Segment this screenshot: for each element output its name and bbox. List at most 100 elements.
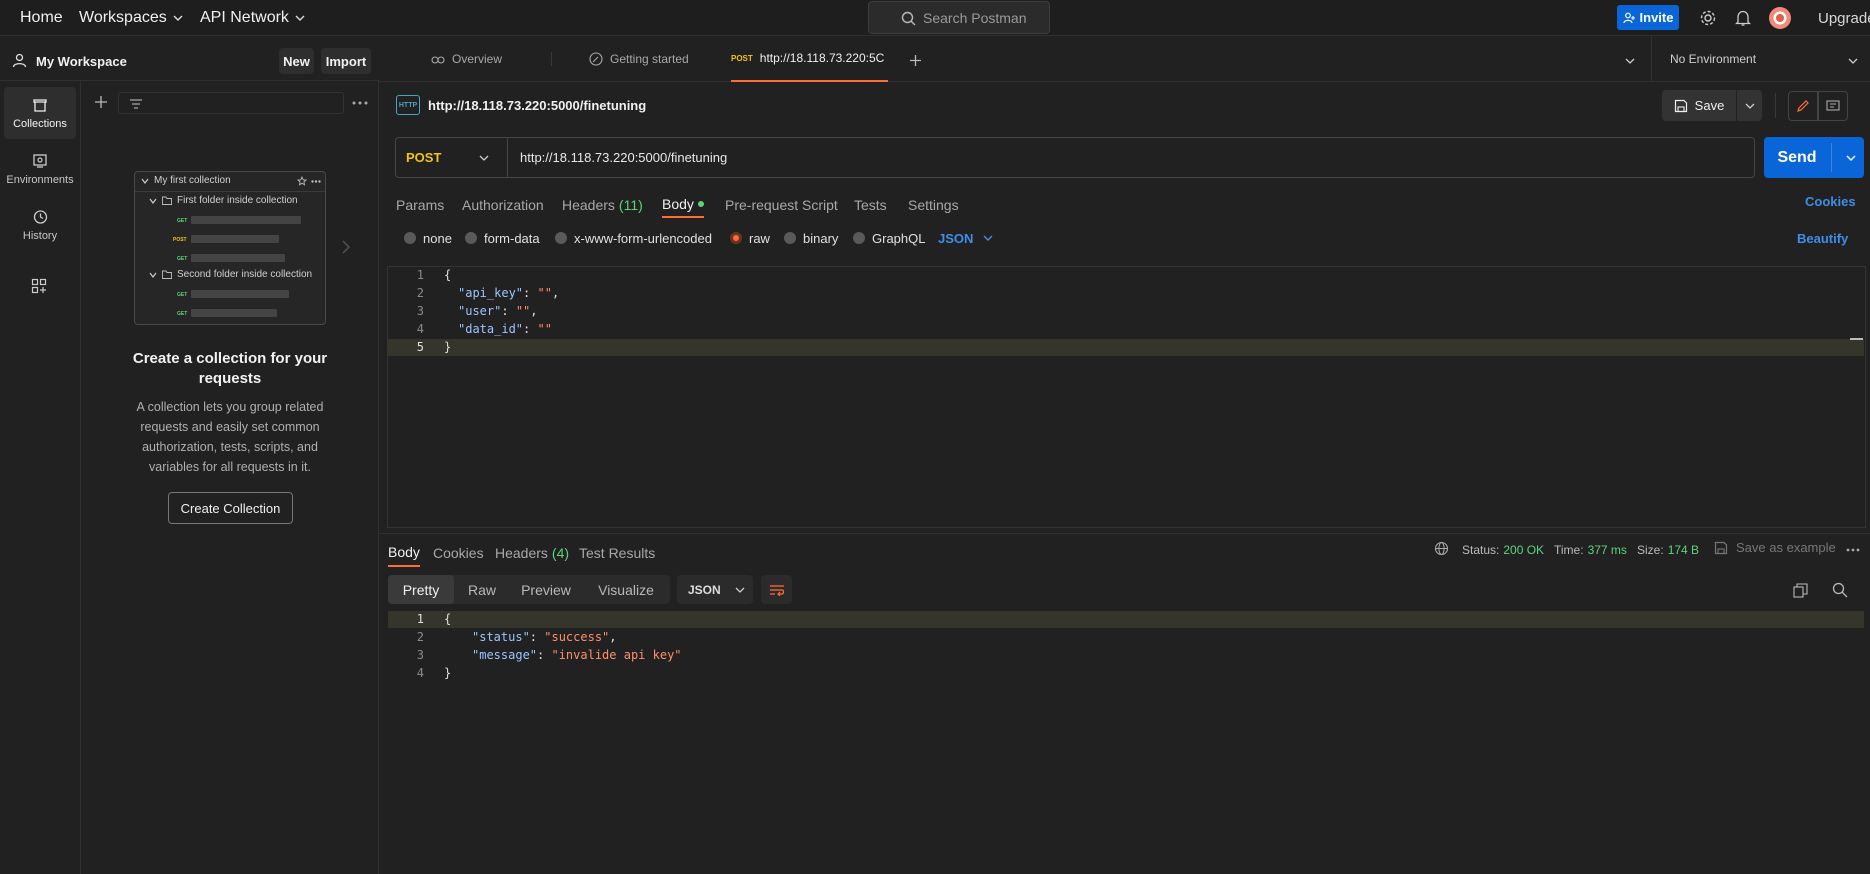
settings-icon[interactable] xyxy=(1699,9,1717,27)
bell-icon[interactable] xyxy=(1735,9,1751,27)
illustration-request-bar xyxy=(191,235,279,243)
send-button[interactable]: Send xyxy=(1764,137,1864,178)
configure-sidebar-icon[interactable] xyxy=(31,278,47,294)
cookies-link[interactable]: Cookies xyxy=(1805,194,1856,209)
response-size[interactable]: Size: 174 B xyxy=(1637,543,1699,557)
radio-none[interactable]: none xyxy=(404,230,452,246)
user-icon xyxy=(12,53,27,68)
request-title[interactable]: http://18.118.73.220:5000/finetuning xyxy=(428,98,646,113)
request-body-editor[interactable] xyxy=(387,266,1866,528)
chevron-down-icon[interactable] xyxy=(1848,57,1858,65)
headers-count: (11) xyxy=(618,197,643,213)
tab-getting-started[interactable]: Getting started xyxy=(589,36,689,82)
search-input[interactable]: Search Postman xyxy=(868,1,1050,34)
radio-raw[interactable]: raw xyxy=(730,230,770,246)
tab-settings[interactable]: Settings xyxy=(908,192,959,218)
nav-workspaces[interactable]: Workspaces xyxy=(79,0,183,36)
size-label: Size: xyxy=(1637,543,1664,557)
view-raw[interactable]: Raw xyxy=(454,575,510,604)
body-type-label: JSON xyxy=(938,230,974,246)
globe-icon[interactable] xyxy=(1434,541,1449,556)
response-status[interactable]: Status: 200 OK xyxy=(1462,543,1544,557)
response-view-toggle: Pretty Raw Preview Visualize xyxy=(388,575,670,604)
json-key: "api_key" xyxy=(458,286,524,300)
illustration-folder-label: First folder inside collection xyxy=(177,195,298,206)
copy-icon[interactable] xyxy=(1793,583,1808,598)
nav-api-network[interactable]: API Network xyxy=(200,0,305,36)
sidebar-item-history[interactable]: History xyxy=(4,199,76,251)
search-icon[interactable] xyxy=(1832,582,1848,598)
plus-icon[interactable] xyxy=(909,54,922,67)
save-as-example-label: Save as example xyxy=(1736,540,1836,555)
tab-tests[interactable]: Tests xyxy=(854,192,887,218)
plus-icon[interactable] xyxy=(94,95,108,109)
edit-button[interactable] xyxy=(1788,91,1818,121)
response-time[interactable]: Time: 377 ms xyxy=(1554,543,1627,557)
response-tab-cookies[interactable]: Cookies xyxy=(433,539,484,567)
radio-binary[interactable]: binary xyxy=(784,230,838,246)
chevron-down-icon[interactable] xyxy=(1625,57,1635,65)
tab-overview[interactable]: Overview xyxy=(431,36,502,82)
method-badge: GET xyxy=(177,292,188,298)
send-divider xyxy=(1831,143,1832,172)
tab-request[interactable]: POST http://18.118.73.220:5C xyxy=(731,36,888,82)
upgrade-button[interactable]: Upgrade xyxy=(1818,0,1870,36)
environment-selector[interactable]: No Environment xyxy=(1670,36,1756,82)
method-selector[interactable]: POST xyxy=(396,138,506,177)
getting-started-icon xyxy=(589,52,603,66)
sidebar-item-collections[interactable]: Collections xyxy=(4,87,76,139)
tab-body[interactable]: Body xyxy=(662,192,704,218)
import-button[interactable]: Import xyxy=(321,48,371,74)
filter-input[interactable] xyxy=(118,92,344,114)
response-tab-headers[interactable]: Headers (4) xyxy=(495,539,569,567)
body-type-selector[interactable]: JSON xyxy=(938,230,993,246)
url-input[interactable]: http://18.118.73.220:5000/finetuning xyxy=(520,138,1750,177)
code-line: "data_id": "" xyxy=(458,322,552,336)
radio-form-data[interactable]: form-data xyxy=(465,230,540,246)
tab-label: Cookies xyxy=(433,545,484,561)
add-user-icon xyxy=(1622,12,1635,24)
nav-home[interactable]: Home xyxy=(20,0,63,36)
response-tab-body[interactable]: Body xyxy=(388,539,420,567)
save-as-example-button[interactable]: Save as example xyxy=(1714,540,1836,555)
more-icon[interactable] xyxy=(352,101,368,105)
comments-button[interactable] xyxy=(1818,91,1848,121)
tab-params[interactable]: Params xyxy=(396,192,444,218)
wrap-lines-button[interactable] xyxy=(761,575,792,604)
tab-label: Headers xyxy=(495,545,548,561)
tab-authorization[interactable]: Authorization xyxy=(462,192,544,218)
chevron-right-icon xyxy=(342,240,350,254)
more-icon[interactable] xyxy=(1846,548,1860,552)
view-preview[interactable]: Preview xyxy=(510,575,582,604)
beautify-link[interactable]: Beautify xyxy=(1797,231,1848,246)
method-badge: POST xyxy=(731,53,753,63)
tab-headers[interactable]: Headers (11) xyxy=(562,192,643,218)
chevron-down-icon xyxy=(149,197,157,205)
view-visualize[interactable]: Visualize xyxy=(582,575,670,604)
avatar[interactable] xyxy=(1768,6,1792,30)
save-button[interactable]: Save xyxy=(1662,90,1736,121)
invite-button[interactable]: Invite xyxy=(1617,5,1679,30)
illustration-collection-row: My first collection xyxy=(141,175,231,186)
radio-x-www-form-urlencoded[interactable]: x-www-form-urlencoded xyxy=(555,230,712,246)
chevron-down-icon[interactable] xyxy=(1846,154,1856,162)
radio-graphql[interactable]: GraphQL xyxy=(853,230,925,246)
radio-dot xyxy=(555,232,567,244)
response-divider xyxy=(379,533,1870,534)
json-key: "message" xyxy=(472,648,538,662)
sidebar-item-label: Environments xyxy=(6,173,74,186)
empty-state-title: Create a collection for your requests xyxy=(132,350,328,387)
view-pretty[interactable]: Pretty xyxy=(388,575,454,604)
line-number: 4 xyxy=(416,322,424,336)
new-button[interactable]: New xyxy=(279,48,314,74)
radio-label: x-www-form-urlencoded xyxy=(574,230,712,246)
response-tab-test-results[interactable]: Test Results xyxy=(579,539,655,567)
response-format-selector[interactable]: JSON xyxy=(677,575,753,604)
method-badge: GET xyxy=(177,256,188,262)
tab-pre-request-script[interactable]: Pre-request Script xyxy=(725,192,838,218)
illustration-folder-row: First folder inside collection xyxy=(149,195,298,206)
save-options-button[interactable] xyxy=(1737,90,1762,121)
create-collection-button[interactable]: Create Collection xyxy=(168,492,293,524)
body-indicator-dot xyxy=(697,201,704,207)
sidebar-item-environments[interactable]: Environments xyxy=(4,143,76,195)
